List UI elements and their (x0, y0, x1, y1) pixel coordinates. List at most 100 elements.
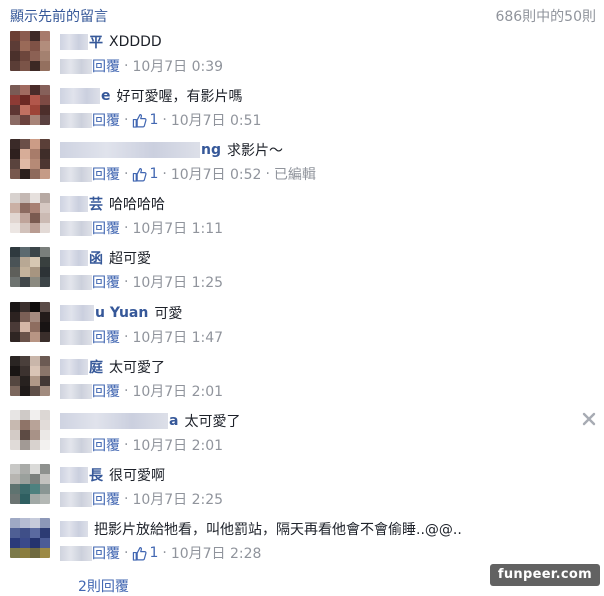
blurred-action (60, 437, 92, 453)
like-count-number: 1 (149, 112, 159, 128)
comment-text: 可愛 (154, 306, 183, 322)
like-count[interactable]: 1 (132, 545, 158, 561)
avatar[interactable] (10, 518, 50, 558)
reply-link[interactable]: 回覆 (92, 218, 120, 238)
blurred-action (60, 166, 92, 182)
comment-timestamp[interactable]: 10月7日 1:25 (132, 272, 223, 292)
comment-meta: 回覆 · 10月7日 1:25 (60, 273, 223, 291)
blurred-author-name[interactable] (60, 250, 88, 266)
reply-link[interactable]: 回覆 (92, 110, 120, 130)
comment-item: 芸哈哈哈哈回覆 · 10月7日 1:11 (0, 193, 604, 247)
thumbs-up-icon (133, 167, 148, 182)
blurred-author-name[interactable] (60, 413, 168, 429)
blurred-author-name[interactable] (60, 196, 88, 212)
author-name[interactable]: 函 (89, 248, 103, 268)
like-count-number: 1 (149, 166, 159, 182)
separator-dot: · (124, 274, 129, 290)
blurred-author-name[interactable] (60, 467, 88, 483)
comment-author-line: 平 XDDDD (60, 32, 162, 52)
separator-dot: · (265, 166, 270, 182)
avatar[interactable] (10, 302, 50, 342)
comment-author-line: 芸哈哈哈哈 (60, 194, 165, 214)
blurred-author-name[interactable] (60, 34, 88, 50)
author-name[interactable]: ng (201, 142, 221, 158)
comment-item: u Yuan 可愛回覆 · 10月7日 1:47 (0, 302, 604, 356)
comment-count: 686則中的50則 (495, 9, 596, 25)
separator-dot: · (162, 166, 167, 182)
blurred-author-name[interactable] (60, 359, 88, 375)
avatar[interactable] (10, 139, 50, 179)
edited-label[interactable]: 已編輯 (274, 164, 316, 184)
avatar[interactable] (10, 464, 50, 504)
reply-link[interactable]: 回覆 (92, 489, 120, 509)
comment-item: 庭太可愛了回覆 · 10月7日 2:01 (0, 356, 604, 410)
comment-meta: 回覆 · 10月7日 1:47 (60, 328, 223, 346)
show-previous-comments-link[interactable]: 顯示先前的留言 (10, 6, 108, 26)
reply-link[interactable]: 回覆 (92, 164, 120, 184)
comment-text: 把影片放給牠看，叫他罰站，隔天再看他會不會偷睡..@@.. (94, 522, 462, 538)
close-icon[interactable] (582, 412, 596, 426)
comment-timestamp[interactable]: 10月7日 0:39 (132, 56, 223, 76)
blurred-action (60, 491, 92, 507)
comment-timestamp[interactable]: 10月7日 2:01 (132, 381, 223, 401)
like-count[interactable]: 1 (132, 112, 158, 128)
comment-meta: 回覆 · 1 · 10月7日 0:52 · 已編輯 (60, 165, 316, 183)
avatar[interactable] (10, 356, 50, 396)
author-name[interactable]: 庭 (89, 357, 103, 377)
avatar[interactable] (10, 85, 50, 125)
separator-dot: · (124, 166, 129, 182)
comment-text: 超可愛 (109, 251, 151, 267)
comment-text: 太可愛了 (109, 360, 165, 376)
author-name[interactable]: a (169, 413, 178, 429)
blurred-author-name[interactable] (60, 88, 100, 104)
comment-author-line: u Yuan 可愛 (60, 303, 182, 323)
comment-meta: 回覆 · 10月7日 1:11 (60, 219, 223, 237)
blurred-action (60, 112, 92, 128)
blurred-action (60, 383, 92, 399)
comment-timestamp[interactable]: 10月7日 1:11 (132, 218, 223, 238)
separator-dot: · (124, 545, 129, 561)
blurred-author-name[interactable] (60, 142, 200, 158)
comment-author-line: e 好可愛喔，有影片嗎 (60, 86, 243, 106)
comment-timestamp[interactable]: 10月7日 1:47 (132, 327, 223, 347)
author-name[interactable]: 平 (89, 32, 103, 52)
comment-meta: 回覆 · 10月7日 2:01 (60, 436, 223, 454)
reply-link[interactable]: 回覆 (92, 435, 120, 455)
comment-timestamp[interactable]: 10月7日 0:51 (171, 110, 262, 130)
comment-text: 太可愛了 (184, 414, 241, 430)
comment-meta: 回覆 · 1 · 10月7日 0:51 (60, 111, 261, 129)
reply-link[interactable]: 回覆 (92, 543, 120, 563)
blurred-action (60, 274, 92, 290)
watermark-logo: funpeer.com (489, 564, 600, 586)
author-name[interactable]: 芸 (89, 194, 103, 214)
comment-timestamp[interactable]: 10月7日 2:25 (132, 489, 223, 509)
blurred-author-name[interactable] (60, 305, 94, 321)
author-name[interactable]: 長 (89, 465, 103, 485)
thumbs-up-icon (133, 113, 148, 128)
blurred-author-name[interactable] (60, 521, 88, 537)
comment-author-line: a 太可愛了 (60, 411, 240, 431)
comment-timestamp[interactable]: 10月7日 0:52 (171, 164, 262, 184)
view-replies-link[interactable]: 2則回覆 (60, 576, 129, 596)
avatar[interactable] (10, 410, 50, 450)
reply-link[interactable]: 回覆 (92, 272, 120, 292)
avatar[interactable] (10, 193, 50, 233)
author-name[interactable]: u Yuan (95, 305, 148, 321)
comment-timestamp[interactable]: 10月7日 2:01 (132, 435, 223, 455)
reply-link[interactable]: 回覆 (92, 327, 120, 347)
reply-link[interactable]: 回覆 (92, 381, 120, 401)
blurred-action (60, 545, 92, 561)
comment-author-line: 長很可愛啊 (60, 465, 165, 485)
avatar[interactable] (10, 247, 50, 287)
comment-author-line: 把影片放給牠看，叫他罰站，隔天再看他會不會偷睡..@@.. (60, 519, 462, 539)
avatar[interactable] (10, 31, 50, 71)
separator-dot: · (124, 329, 129, 345)
author-name[interactable]: e (101, 88, 111, 104)
comment-author-line: 函超可愛 (60, 248, 151, 268)
comment-text: XDDDD (109, 34, 162, 50)
comment-timestamp[interactable]: 10月7日 2:28 (171, 543, 262, 563)
reply-link[interactable]: 回覆 (92, 56, 120, 76)
comment-meta: 回覆 · 10月7日 2:01 (60, 382, 223, 400)
like-count-number: 1 (149, 545, 159, 561)
like-count[interactable]: 1 (132, 166, 158, 182)
